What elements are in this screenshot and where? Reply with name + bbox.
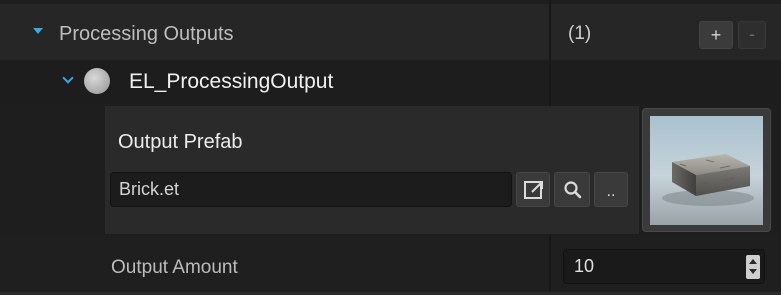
stepper-down-icon[interactable] xyxy=(749,269,757,274)
output-prefab-label: Output Prefab xyxy=(118,131,243,153)
output-item-name[interactable]: EL_ProcessingOutput xyxy=(129,70,333,94)
output-prefab-field[interactable] xyxy=(110,172,512,207)
stepper-up-icon[interactable] xyxy=(749,259,757,264)
output-prefab-panel xyxy=(105,106,639,234)
open-prefab-button[interactable] xyxy=(516,172,550,207)
browse-prefab-button[interactable]: .. xyxy=(594,172,628,207)
caret-down-icon[interactable] xyxy=(33,28,43,34)
prefab-thumbnail xyxy=(650,116,763,225)
output-amount-field[interactable] xyxy=(563,249,765,284)
output-amount-label: Output Amount xyxy=(111,257,238,278)
add-output-button[interactable]: + xyxy=(699,21,733,49)
brick-preview xyxy=(662,154,754,206)
processing-outputs-label[interactable]: Processing Outputs xyxy=(59,22,234,46)
output-item-row xyxy=(0,60,781,104)
quantity-stepper[interactable] xyxy=(746,255,760,279)
search-prefab-button[interactable] xyxy=(554,172,590,207)
remove-output-button[interactable]: - xyxy=(738,21,766,49)
outputs-count: (1) xyxy=(568,23,592,44)
search-icon xyxy=(564,181,582,199)
circle-icon xyxy=(84,68,110,94)
properties-panel: Processing Outputs (1) + - EL_Processing… xyxy=(0,0,781,295)
open-external-icon xyxy=(524,181,543,199)
